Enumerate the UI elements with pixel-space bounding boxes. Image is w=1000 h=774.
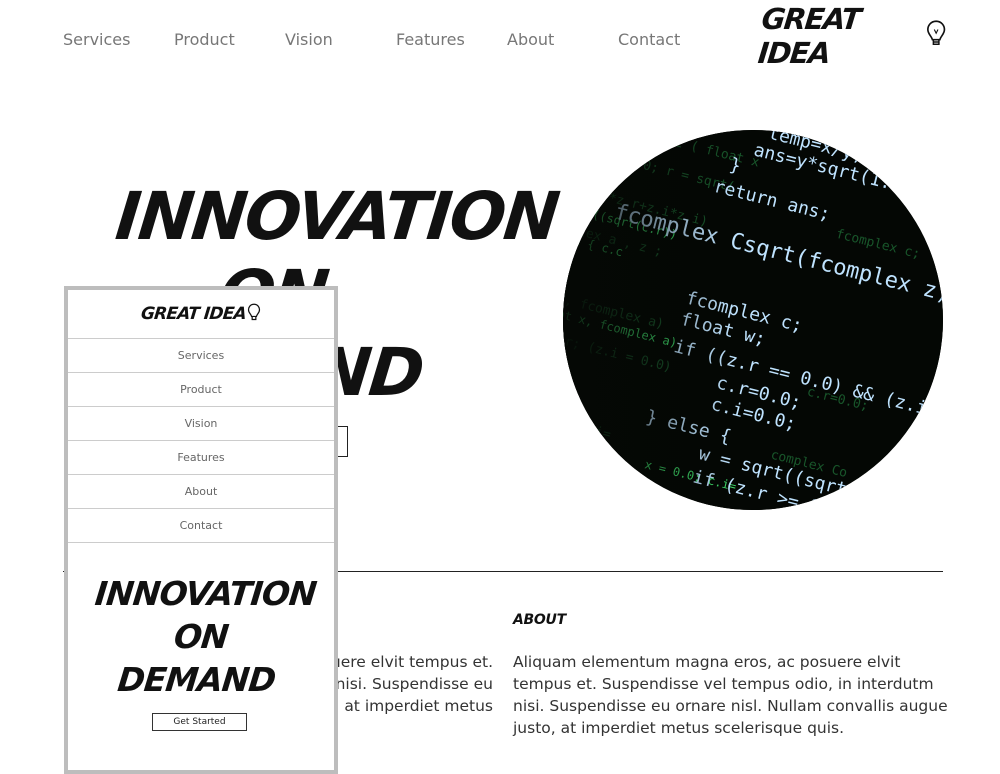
mobile-mockup: GREAT IDEA Services Product Vision Featu… [64,286,338,774]
about-heading: ABOUT [513,612,566,628]
mobile-logo-text: GREAT IDEA [139,304,248,324]
brand-logo[interactable]: GREAT IDEA [756,2,946,70]
mobile-menu-features[interactable]: Features [68,441,334,475]
mobile-menu-product[interactable]: Product [68,373,334,407]
nav-features[interactable]: Features [396,30,465,49]
mobile-header: GREAT IDEA [68,290,334,339]
logo-text: GREAT IDEA [756,2,862,70]
nav-contact[interactable]: Contact [618,30,680,49]
lightbulb-icon [926,20,945,46]
mobile-lightbulb-icon [247,303,261,321]
about-body: Aliquam elementum magna eros, ac posuere… [513,653,948,737]
nav-vision[interactable]: Vision [285,30,333,49]
mobile-hero-title: INNOVATION ON DEMAND [61,572,341,701]
code-screen-graphic: ) ; ) return z ( float x elsc z.r > 0; r… [563,130,943,510]
mobile-hero-line-1: INNOVATION [93,574,318,613]
hero-line-1: INNOVATION [112,178,562,255]
mobile-menu-services[interactable]: Services [68,339,334,373]
mobile-menu-about[interactable]: About [68,475,334,509]
code-screen-image: ) ; ) return z ( float x elsc z.r > 0; r… [563,130,943,510]
mobile-menu-contact[interactable]: Contact [68,509,334,543]
get-started-button[interactable]: Get Started [152,713,247,731]
nav-services[interactable]: Services [63,30,130,49]
svg-text:omplex z): omplex z) [563,392,571,421]
mobile-menu-vision[interactable]: Vision [68,407,334,441]
nav-product[interactable]: Product [174,30,235,49]
mobile-hero-line-3: DEMAND [115,660,278,699]
mobile-hero-line-2: ON [172,617,230,656]
nav-about[interactable]: About [507,30,554,49]
